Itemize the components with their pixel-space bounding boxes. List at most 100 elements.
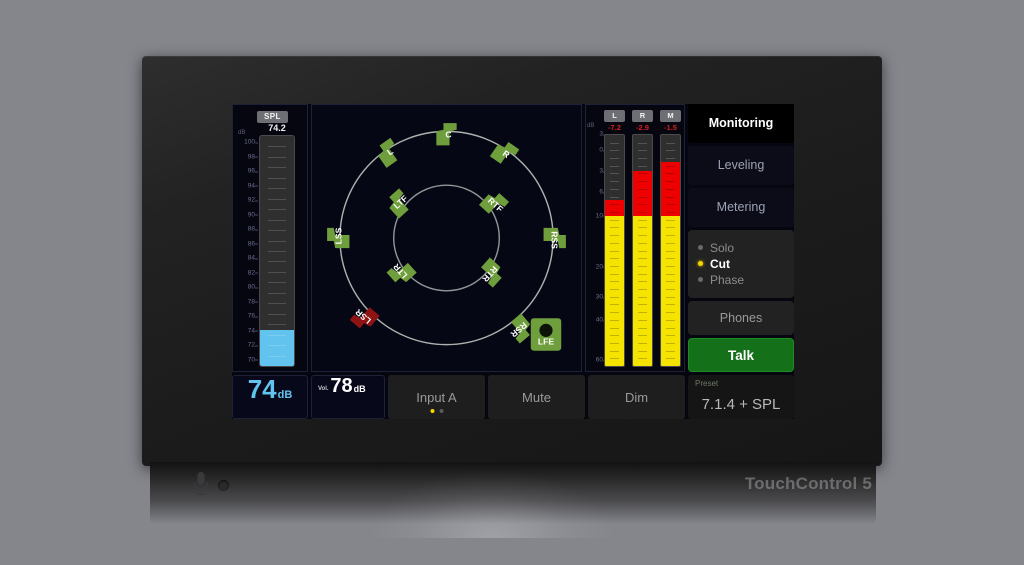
screenshot-stage: TouchControl 5 SPL 74.2 dB 100 98 96 94 92 90… [0, 0, 1024, 565]
level-meters-panel[interactable]: dB L -7.2 R -2.9 M -1.5 3 0 3 6 10 20 30 40 60 [585, 104, 685, 372]
spl-tick: 94 [237, 182, 258, 189]
flag-solo[interactable]: Solo [698, 241, 794, 255]
meter-segment-line [666, 188, 675, 190]
spl-badge: SPL [257, 111, 288, 123]
meter-segment-line [638, 235, 647, 237]
level-meter-tick: 0 [588, 147, 606, 154]
phones-button[interactable]: Phones [688, 301, 794, 336]
spl-readout-unit: dB [277, 389, 293, 401]
meter-segment-line [666, 227, 675, 229]
meter-segment-line [638, 273, 647, 275]
speaker-ltr[interactable]: LTR [386, 257, 417, 288]
meter-segment-line [638, 219, 647, 221]
spl-track[interactable] [259, 135, 295, 367]
spl-tick: 86 [237, 240, 258, 247]
flag-cut[interactable]: Cut [698, 257, 794, 271]
volume-unit: dB [353, 384, 366, 394]
meter-segment-line [610, 304, 619, 306]
input-page-dots [430, 409, 443, 413]
tab-metering[interactable]: Metering [688, 187, 794, 227]
cut-indicator-dot [698, 261, 703, 267]
meter-segment-line [638, 196, 647, 198]
spl-tick: 72 [237, 342, 258, 349]
preset-label: Preset [695, 379, 719, 388]
mute-button[interactable]: Mute [488, 375, 585, 419]
tab-monitoring[interactable]: Monitoring [688, 104, 794, 143]
phase-indicator-dot [698, 277, 703, 283]
spl-meter-header: SPL 74.2 dB [233, 105, 307, 136]
meter-segment-line [610, 181, 619, 183]
microphone-icon [193, 472, 209, 495]
speaker-ltf[interactable]: LTF [384, 188, 414, 219]
meter-segment-line [638, 342, 647, 344]
meter-segment-line [638, 258, 647, 260]
speaker-lss[interactable]: LSS [327, 227, 350, 249]
meter-segment-line [666, 350, 675, 352]
input-select-label: Input A [416, 389, 457, 405]
meter-segment-line [638, 165, 647, 167]
speaker-layout-map[interactable]: L C R LSS RSS LSR RSR LTF RTF LTR RTR LFE [311, 104, 582, 372]
level-meter-bar [632, 134, 653, 367]
meter-segment-line [638, 142, 647, 144]
input-dot-1 [430, 409, 434, 413]
volume-value: 78 [330, 375, 353, 397]
level-meter-unit-label: dB [587, 123, 595, 129]
spl-segment-line [268, 334, 286, 336]
spl-meter-panel[interactable]: SPL 74.2 dB 100 98 96 94 92 90 88 86 84 82 80 78 76 7… [232, 104, 308, 372]
speaker-rtr[interactable]: RTR [475, 257, 506, 289]
meter-segment-line [666, 211, 675, 213]
meter-segment-line [638, 312, 647, 314]
meter-segment-line [610, 173, 619, 175]
speaker-c[interactable]: C [436, 123, 457, 146]
spl-tick: 92 [237, 197, 258, 204]
meter-segment-line [666, 235, 675, 237]
meter-segment-line [610, 150, 619, 152]
tab-leveling[interactable]: Leveling [688, 145, 794, 185]
speaker-rsr[interactable]: RSR [504, 313, 535, 344]
spl-tick: 88 [237, 226, 258, 233]
meter-segment-line [638, 211, 647, 213]
meter-segment-line [666, 358, 675, 360]
meter-segment-line [638, 319, 647, 321]
meter-segment-line [666, 181, 675, 183]
speaker-label: LSS [333, 227, 343, 244]
meter-segment-line [666, 335, 675, 337]
meter-segment-line [638, 250, 647, 252]
meter-segment-line [610, 288, 619, 290]
preset-button[interactable]: Preset 7.1.4 + SPL [688, 375, 794, 419]
meter-segment-line [638, 335, 647, 337]
meter-channel-name: L [604, 110, 625, 122]
screen-main-area: SPL 74.2 dB 100 98 96 94 92 90 88 86 84 82 80 78 76 7… [232, 104, 794, 373]
speaker-map-canvas: LCRLSS RSSLSRRSRLTF RTFLTR RTRLFE [327, 123, 566, 351]
meter-segment-line [638, 158, 647, 160]
spl-numeric-value: 74.2 [268, 123, 286, 133]
spl-segment-line [268, 282, 286, 284]
meter-channel-name: R [632, 110, 653, 122]
meter-segment-line [610, 211, 619, 213]
spl-segment-line [268, 177, 286, 179]
meter-segment-line [666, 219, 675, 221]
speaker-lfe[interactable]: LFE [530, 318, 562, 351]
meter-segment-line [610, 335, 619, 337]
meter-segment-line [610, 281, 619, 283]
meter-segment-line [638, 242, 647, 244]
dim-button[interactable]: Dim [588, 375, 685, 419]
flag-phase[interactable]: Phase [698, 273, 794, 287]
meter-segment-line [666, 304, 675, 306]
spl-tick: 78 [237, 298, 258, 305]
spl-segment-line [268, 198, 286, 200]
level-meter-tick: 10 [588, 212, 606, 219]
spl-readout[interactable]: 74 dB [232, 375, 308, 419]
talk-button[interactable]: Talk [688, 338, 794, 373]
meter-segment-line [666, 273, 675, 275]
meter-segment-line [666, 342, 675, 344]
input-select-button[interactable]: Input A [388, 375, 485, 419]
volume-readout[interactable]: Vol. 78 dB [311, 375, 385, 419]
lfe-cone [539, 323, 553, 337]
bottom-toolbar: 74 dB Vol. 78 dB Input A Mute Dim Preset… [232, 375, 794, 419]
speaker-rss[interactable]: RSS [543, 227, 566, 249]
meter-segment-line [610, 219, 619, 221]
touchscreen: SPL 74.2 dB 100 98 96 94 92 90 88 86 84 82 80 78 76 7… [232, 104, 794, 419]
spl-tick: 76 [237, 313, 258, 320]
meter-segment-line [610, 158, 619, 160]
